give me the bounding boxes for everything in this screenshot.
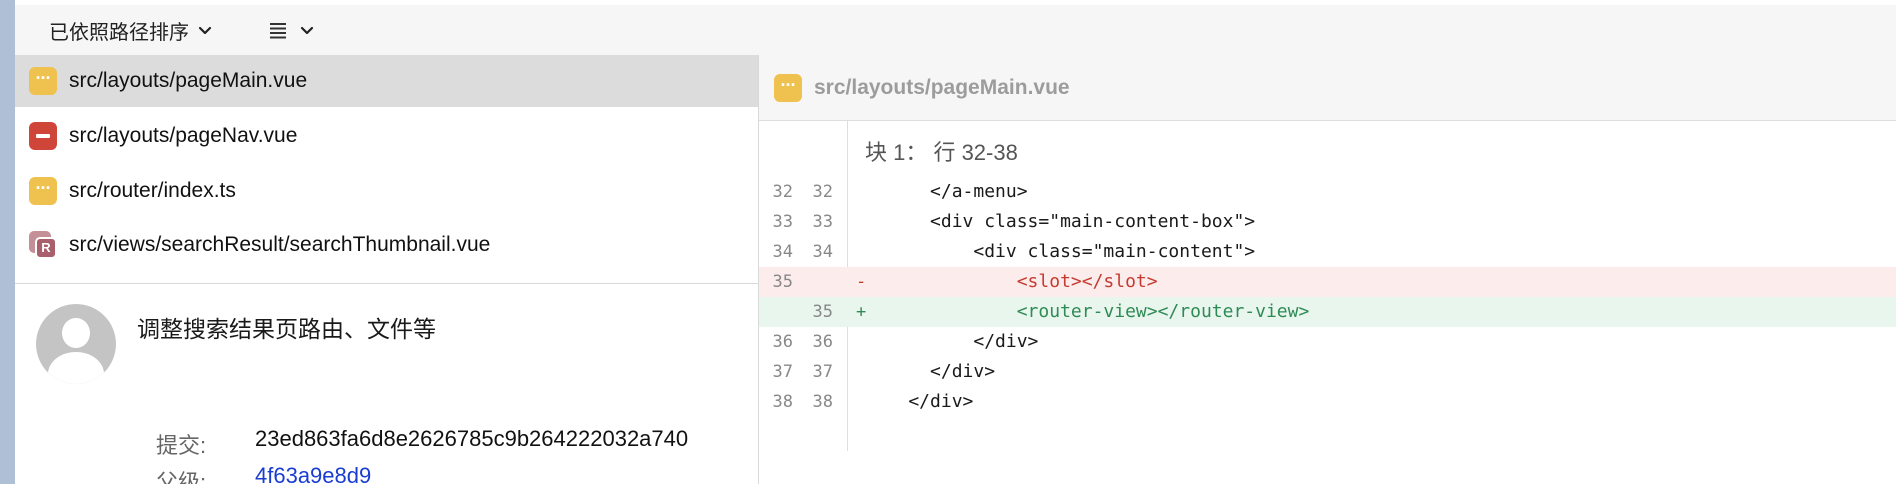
- code-text: </div>: [865, 361, 996, 382]
- commit-label: 提交:: [156, 433, 207, 458]
- old-line-number: 34: [772, 242, 793, 262]
- diff-line: 37 37 </div>: [759, 357, 1896, 387]
- new-line-number: 36: [812, 332, 833, 352]
- diff-line: 34 34 <div class="main-content">: [759, 237, 1896, 267]
- toolbar: 已依照路径排序: [15, 5, 1896, 56]
- diff-line-added: 35 + <router-view></router-view>: [759, 297, 1896, 327]
- avatar-placeholder-icon: [36, 304, 116, 384]
- parent-hash-link[interactable]: 4f63a9e8d9: [255, 463, 371, 484]
- hunk-header: 块 1： 行 32-38: [865, 140, 1018, 165]
- diff-line: 38 38 </div>: [759, 387, 1896, 417]
- diff-line-removed: 35 - <slot></slot>: [759, 267, 1896, 297]
- code-text: </div>: [865, 331, 1039, 352]
- code-text: <slot></slot>: [865, 271, 1158, 292]
- code-text: <div class="main-content-box">: [865, 211, 1256, 232]
- diff-header: src/layouts/pageMain.vue: [759, 55, 1896, 121]
- file-row[interactable]: src/layouts/pageMain.vue: [15, 55, 758, 107]
- new-line-number: 37: [812, 362, 833, 382]
- code-text: </div>: [865, 391, 974, 412]
- old-line-number: 37: [772, 362, 793, 382]
- new-line-number: 34: [812, 242, 833, 262]
- old-line-number: 35: [772, 272, 793, 292]
- deleted-status-icon: [29, 122, 57, 150]
- code-text: </a-menu>: [865, 181, 1028, 202]
- diff-filename: src/layouts/pageMain.vue: [814, 75, 1070, 99]
- sort-dropdown[interactable]: 已依照路径排序: [49, 15, 213, 45]
- new-line-number: 38: [812, 392, 833, 412]
- commit-hash[interactable]: 23ed863fa6d8e2626785c9b264222032a740: [255, 426, 688, 452]
- chevron-down-icon: [198, 26, 212, 35]
- diff-line: 36 36 </div>: [759, 327, 1896, 357]
- file-row[interactable]: src/layouts/pageNav.vue: [15, 110, 758, 162]
- view-options-dropdown[interactable]: [267, 15, 315, 45]
- sort-label: 已依照路径排序: [49, 21, 189, 44]
- modified-status-icon: [29, 67, 57, 95]
- window-edge: [0, 0, 15, 484]
- file-row[interactable]: src/router/index.ts: [15, 165, 758, 217]
- file-row[interactable]: R src/views/searchResult/searchThumbnail…: [15, 219, 758, 271]
- file-path: src/layouts/pageNav.vue: [69, 124, 298, 147]
- chevron-down-icon: [300, 26, 314, 35]
- commit-message: 调整搜索结果页路由、文件等: [137, 316, 436, 342]
- old-line-number: 32: [772, 182, 793, 202]
- old-line-number: 36: [772, 332, 793, 352]
- renamed-status-icon: R: [29, 231, 57, 259]
- old-line-number: 33: [772, 212, 793, 232]
- modified-status-icon: [774, 73, 802, 102]
- old-line-number: 38: [772, 392, 793, 412]
- new-line-number: 33: [812, 212, 833, 232]
- file-path: src/router/index.ts: [69, 179, 236, 202]
- diff-line: 32 32 </a-menu>: [759, 177, 1896, 207]
- renamed-badge: R: [35, 237, 57, 259]
- code-text: <router-view></router-view>: [865, 301, 1310, 322]
- diff-viewer: src/layouts/pageMain.vue 块 1： 行 32-38 32…: [759, 55, 1896, 484]
- new-line-number: 35: [812, 302, 833, 322]
- new-line-number: 32: [812, 182, 833, 202]
- changed-files-list: src/layouts/pageMain.vue src/layouts/pag…: [15, 55, 758, 283]
- diff-line: 33 33 <div class="main-content-box">: [759, 207, 1896, 237]
- code-text: <div class="main-content">: [865, 241, 1256, 262]
- modified-status-icon: [29, 177, 57, 205]
- file-path: src/layouts/pageMain.vue: [69, 69, 308, 92]
- file-path: src/views/searchResult/searchThumbnail.v…: [69, 233, 491, 256]
- parent-label: 父级:: [156, 470, 207, 484]
- commit-details: 调整搜索结果页路由、文件等 提交: 23ed863fa6d8e2626785c9…: [15, 284, 758, 484]
- list-view-icon: [270, 23, 286, 39]
